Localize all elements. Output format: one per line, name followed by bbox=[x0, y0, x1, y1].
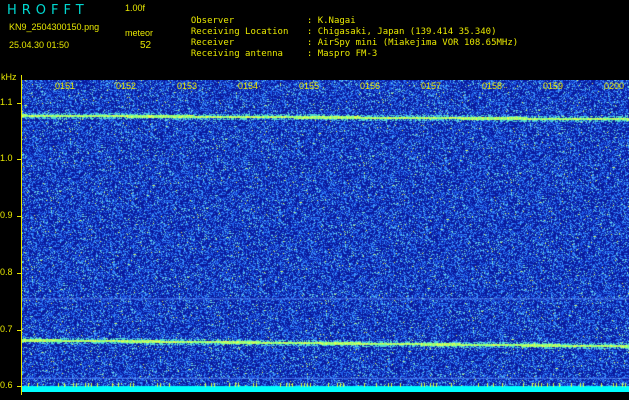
antenna-row: Receiving antenna: Maspro FM-3 bbox=[180, 36, 377, 60]
timestamp: 25.04.30 01:50 bbox=[9, 40, 70, 50]
frequency-unit-label: kHz bbox=[1, 72, 17, 82]
frequency-tick-label: 0.8 bbox=[0, 266, 13, 277]
frequency-tick-label: 0.9 bbox=[0, 210, 13, 221]
frequency-tick-mark bbox=[17, 102, 22, 104]
time-tick-label: 0152 bbox=[116, 81, 137, 91]
spectrogram-waterfall bbox=[22, 80, 629, 392]
frequency-tick-label: 0.7 bbox=[0, 323, 13, 334]
frequency-tick-mark bbox=[17, 216, 22, 218]
time-tick-label: 0154 bbox=[238, 81, 259, 91]
version-label: 1.00f bbox=[125, 3, 146, 13]
time-tick-label: 0158 bbox=[482, 81, 503, 91]
time-tick-label: 0153 bbox=[177, 81, 198, 91]
frequency-tick-mark bbox=[17, 386, 22, 388]
frequency-tick-label: 1.0 bbox=[0, 153, 13, 164]
frequency-tick-mark bbox=[17, 159, 22, 161]
time-tick-label: 0200 bbox=[604, 81, 625, 91]
meteor-label: meteor bbox=[125, 28, 154, 38]
time-tick-label: 0155 bbox=[299, 81, 320, 91]
frequency-tick-label: 0.6 bbox=[0, 380, 13, 391]
time-tick-label: 0157 bbox=[421, 81, 442, 91]
time-tick-label: 0159 bbox=[543, 81, 564, 91]
antenna-value: Maspro FM-3 bbox=[317, 49, 378, 59]
file-name: KN9_2504300150.png bbox=[9, 22, 100, 32]
meteor-count: 52 bbox=[140, 40, 152, 51]
frequency-tick-mark bbox=[17, 329, 22, 331]
frequency-tick-label: 1.1 bbox=[0, 96, 13, 107]
frequency-tick-mark bbox=[17, 272, 22, 274]
time-tick-label: 0156 bbox=[360, 81, 381, 91]
time-tick-label: 0151 bbox=[55, 81, 76, 91]
antenna-label: Receiving antenna bbox=[190, 49, 283, 59]
colon: : bbox=[306, 49, 318, 59]
app-title: HROFFT bbox=[7, 3, 89, 18]
